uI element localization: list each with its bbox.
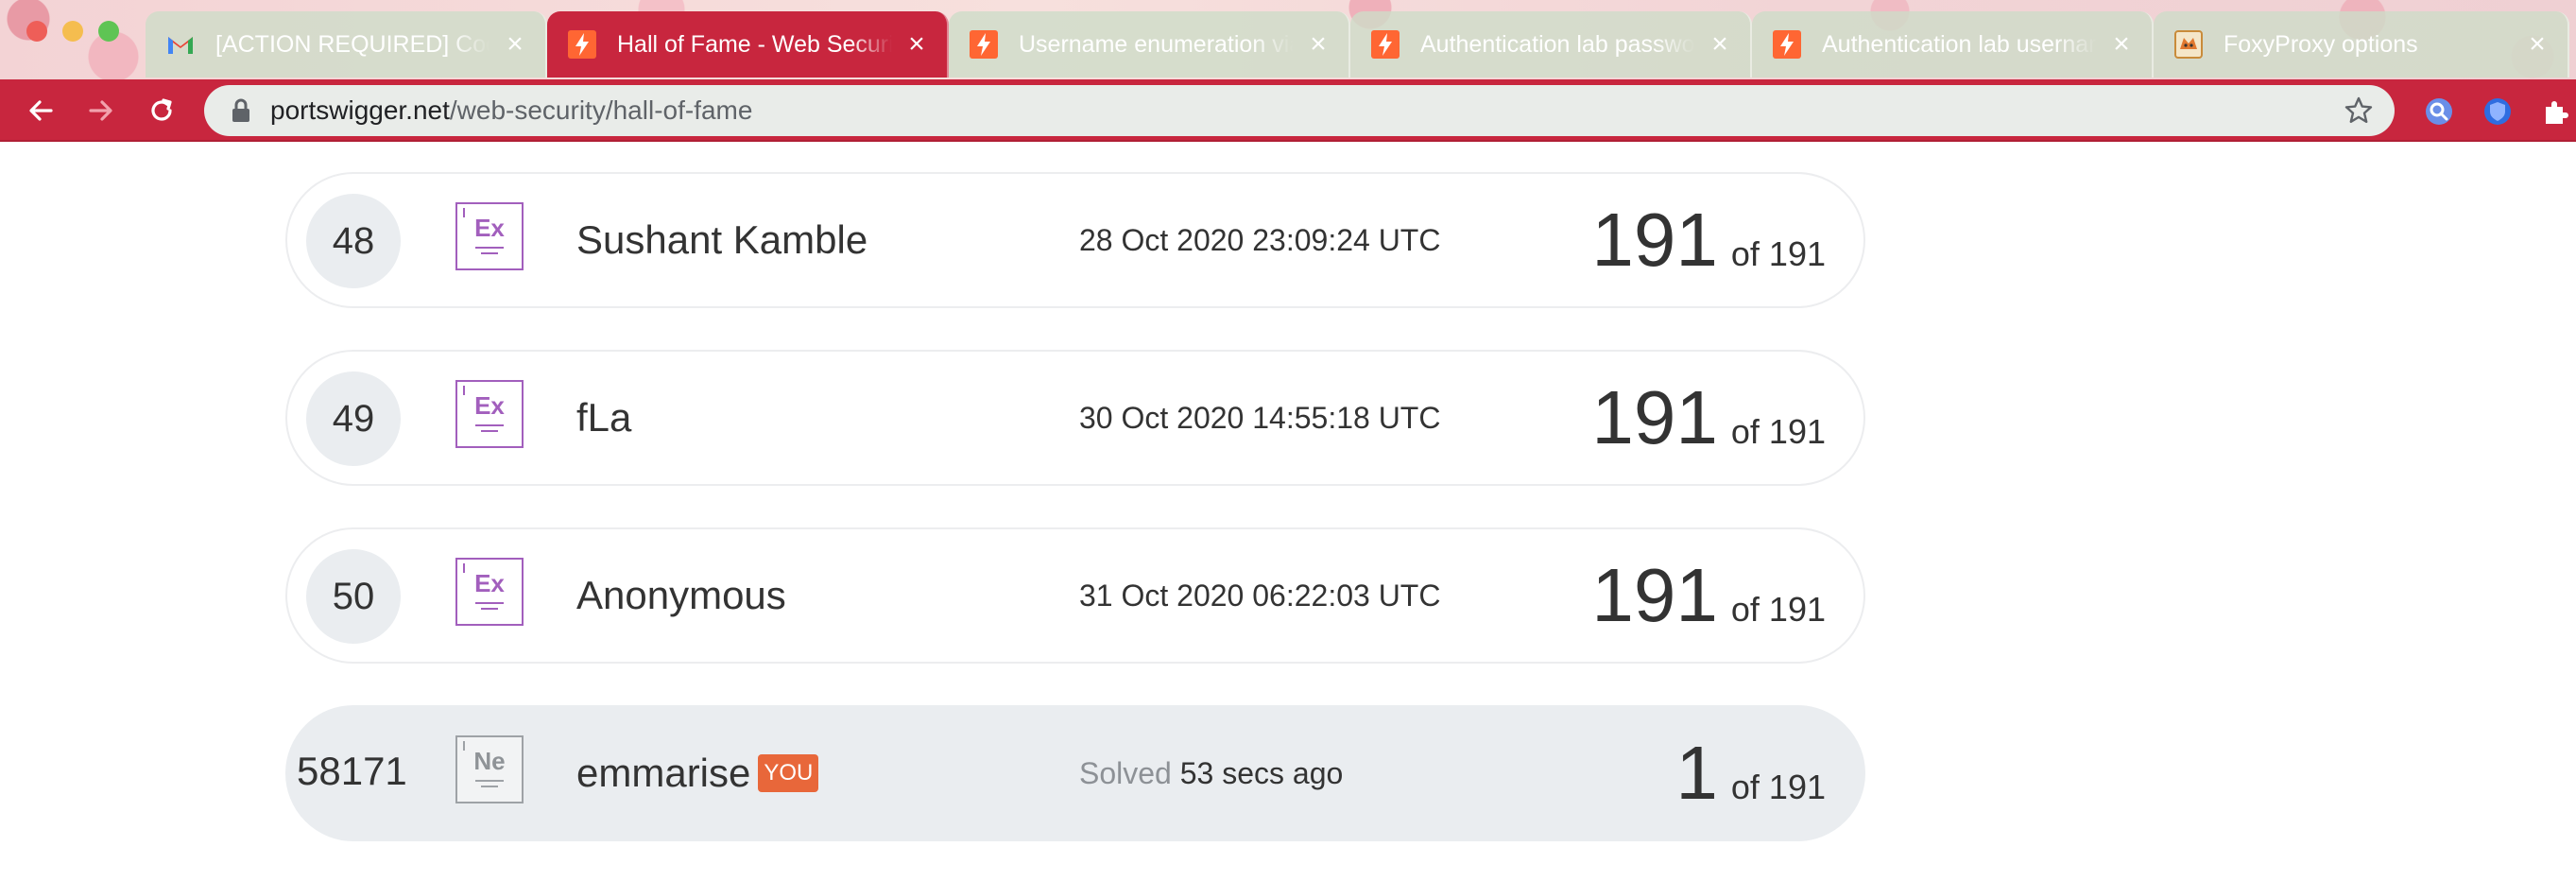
leaderboard-row: 50 Ex Anonymous 31 Oct 2020 06:22:03 UTC… xyxy=(285,527,1865,664)
portswigger-icon xyxy=(1773,30,1801,59)
score-solved: 191 xyxy=(1591,375,1718,459)
window-zoom-button[interactable] xyxy=(98,21,119,42)
rank: 48 xyxy=(306,194,401,288)
completion-date: 31 Oct 2020 06:22:03 UTC xyxy=(1079,579,1441,613)
score: 191 of 191 xyxy=(1591,199,1826,282)
tab-gmail[interactable]: [ACTION REQUIRED] Code × xyxy=(146,11,547,78)
lock-icon[interactable] xyxy=(231,98,251,123)
leaderboard-row: 49 Ex fLa 30 Oct 2020 14:55:18 UTC 191 o… xyxy=(285,350,1865,486)
tab-title: Authentication lab usernames xyxy=(1822,30,2097,58)
expert-badge-icon: Ex xyxy=(455,380,524,448)
score: 1 of 191 xyxy=(1675,732,1826,815)
you-badge: YOU xyxy=(758,754,819,792)
user-name-text: Anonymous xyxy=(576,573,786,617)
tab-auth-lab-passwords[interactable]: Authentication lab passwords × xyxy=(1350,11,1752,78)
gmail-icon xyxy=(166,30,195,59)
forward-arrow-icon[interactable] xyxy=(81,91,121,130)
tab-close-icon[interactable]: × xyxy=(2524,30,2550,59)
portswigger-icon xyxy=(970,30,998,59)
tab-title: Hall of Fame - Web Security xyxy=(617,30,892,58)
tab-title: FoxyProxy options xyxy=(2224,30,2418,58)
solved-label: Solved xyxy=(1079,756,1172,790)
tab-close-icon[interactable]: × xyxy=(502,30,528,59)
user-name-text: Sushant Kamble xyxy=(576,217,868,262)
solved-ago: 53 secs ago xyxy=(1179,756,1344,790)
browser-toolbar: portswigger.net/web-security/hall-of-fam… xyxy=(0,79,2576,142)
score: 191 of 191 xyxy=(1591,554,1826,637)
badge-symbol: Ex xyxy=(474,390,505,420)
url-host: portswigger.net xyxy=(270,95,450,125)
portswigger-icon xyxy=(568,30,596,59)
bookmark-star-icon[interactable] xyxy=(2344,95,2374,126)
score-solved: 191 xyxy=(1591,553,1718,637)
tab-strip: [ACTION REQUIRED] Code × Hall of Fame - … xyxy=(146,8,2569,79)
user-name: emmarise YOU xyxy=(576,751,819,796)
expert-badge-icon: Ex xyxy=(455,558,524,626)
portswigger-icon xyxy=(1371,30,1400,59)
score-total: of 191 xyxy=(1730,234,1826,273)
user-name: Anonymous xyxy=(576,573,786,618)
score-total: of 191 xyxy=(1730,590,1826,629)
solved-time: Solved 53 secs ago xyxy=(1079,756,1343,791)
address-bar[interactable]: portswigger.net/web-security/hall-of-fam… xyxy=(204,85,2395,136)
rank: 58171 xyxy=(297,749,407,793)
tab-close-icon[interactable]: × xyxy=(1707,30,1733,59)
tab-close-icon[interactable]: × xyxy=(903,30,930,59)
rank: 50 xyxy=(306,549,401,644)
score-total: of 191 xyxy=(1730,768,1826,806)
url-path: /web-security/hall-of-fame xyxy=(449,95,753,125)
reload-icon[interactable] xyxy=(142,91,181,130)
extensions-puzzle-icon[interactable] xyxy=(2540,95,2572,128)
browser-title-bar: [ACTION REQUIRED] Code × Hall of Fame - … xyxy=(0,0,2576,79)
window-minimize-button[interactable] xyxy=(62,21,83,42)
foxyproxy-icon xyxy=(2174,30,2203,59)
tab-hall-of-fame[interactable]: Hall of Fame - Web Security × xyxy=(547,11,949,78)
badge-symbol: Ex xyxy=(474,568,505,597)
score-total: of 191 xyxy=(1730,412,1826,451)
badge-symbol: Ne xyxy=(473,746,506,775)
user-name: Sushant Kamble xyxy=(576,217,867,263)
completion-date: 30 Oct 2020 14:55:18 UTC xyxy=(1079,401,1441,435)
novice-badge-icon: Ne xyxy=(455,735,524,803)
expert-badge-icon: Ex xyxy=(455,202,524,270)
extension-shield-icon[interactable] xyxy=(2482,95,2514,128)
hall-of-fame-page: 48 Ex Sushant Kamble 28 Oct 2020 23:09:2… xyxy=(0,144,2576,881)
tab-username-enumeration[interactable]: Username enumeration via × xyxy=(949,11,1350,78)
tab-close-icon[interactable]: × xyxy=(1305,30,1331,59)
window-close-button[interactable] xyxy=(26,21,47,42)
tab-auth-lab-usernames[interactable]: Authentication lab usernames × xyxy=(1752,11,2154,78)
back-arrow-icon[interactable] xyxy=(21,91,60,130)
rank: 49 xyxy=(306,371,401,466)
score-solved: 1 xyxy=(1675,731,1718,815)
completion-date: 28 Oct 2020 23:09:24 UTC xyxy=(1079,223,1441,257)
score-solved: 191 xyxy=(1591,198,1718,282)
user-name-text: emmarise xyxy=(576,751,751,795)
tab-title: [ACTION REQUIRED] Code xyxy=(215,30,490,58)
extension-search-icon[interactable] xyxy=(2423,95,2455,128)
score: 191 of 191 xyxy=(1591,376,1826,459)
badge-symbol: Ex xyxy=(474,213,505,242)
tab-foxyproxy[interactable]: FoxyProxy options × xyxy=(2154,11,2569,78)
leaderboard-row: 48 Ex Sushant Kamble 28 Oct 2020 23:09:2… xyxy=(285,172,1865,308)
tab-title: Username enumeration via xyxy=(1019,30,1294,58)
user-name: fLa xyxy=(576,395,631,440)
user-name-text: fLa xyxy=(576,395,632,440)
tab-title: Authentication lab passwords xyxy=(1420,30,1695,58)
tab-close-icon[interactable]: × xyxy=(2108,30,2135,59)
current-user-row: 58171 Ne emmarise YOU Solved 53 secs ago… xyxy=(285,705,1865,841)
